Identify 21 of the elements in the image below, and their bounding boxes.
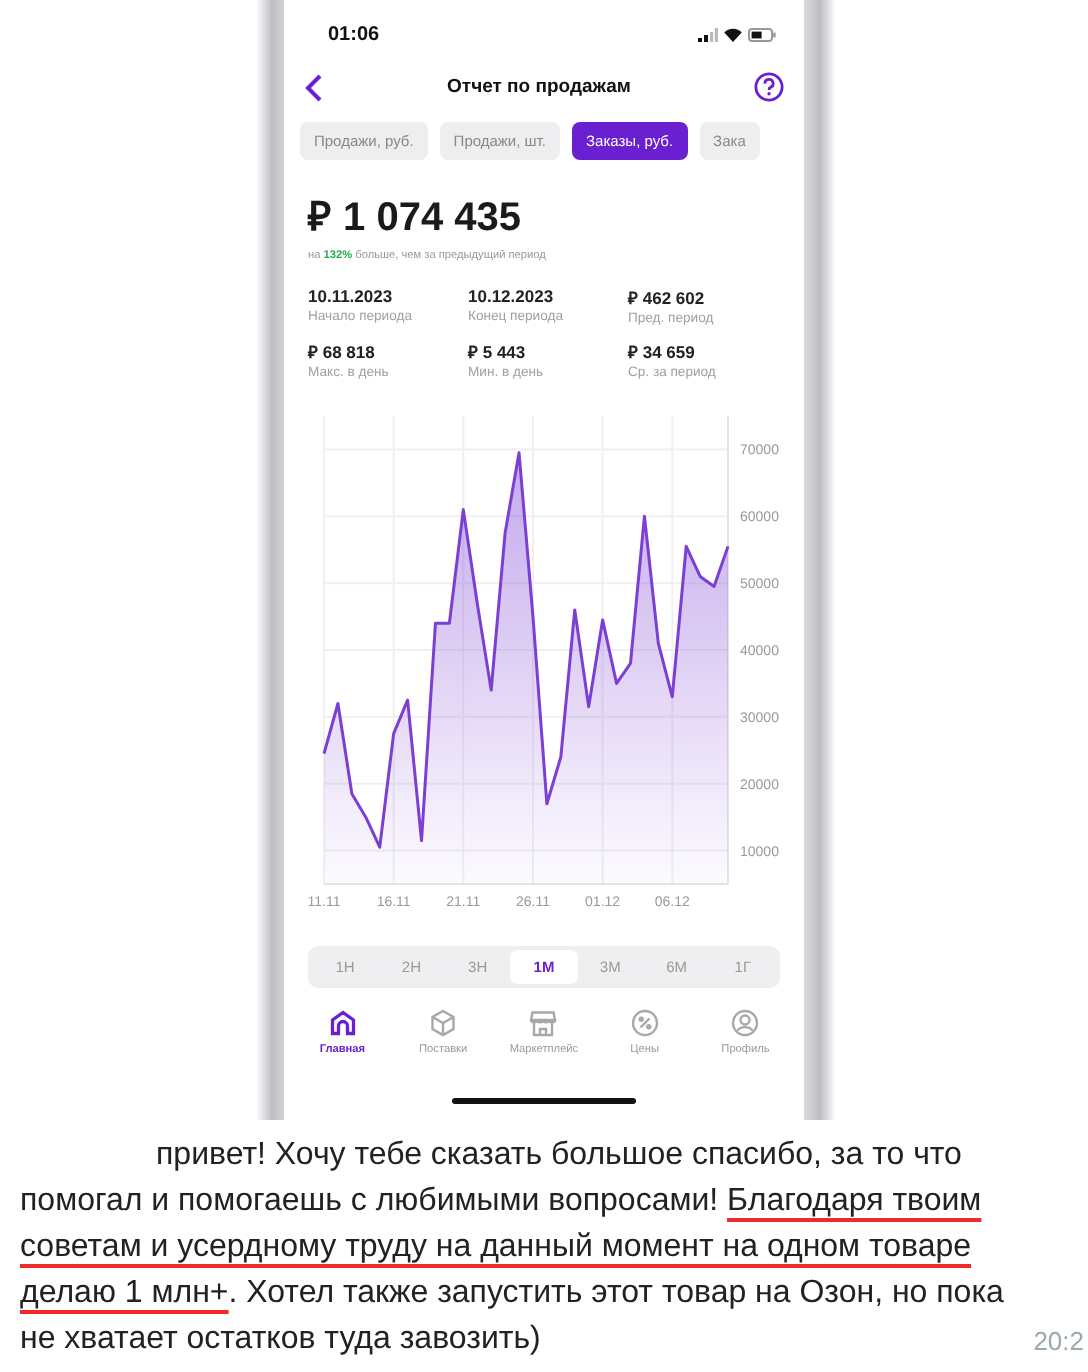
total-amount: ₽ 1 074 435 bbox=[305, 194, 524, 242]
profile-icon bbox=[730, 1008, 761, 1038]
help-icon[interactable] bbox=[753, 72, 784, 102]
stat-value: ₽ 68 818 bbox=[308, 340, 377, 362]
message-text: привет! Хочу тебе сказать большое спасибо, за то что помогал и помогаешь с любимыми вопросами! Благодаря твоим советам и усердному труду на данный момент на одном товаре делаю 1 млн+. Хотел также запустить этот товар на Озон, но пока не хватает остатков туда завозить) bbox=[18, 1136, 1006, 1360]
percent-icon bbox=[629, 1008, 660, 1038]
wifi-icon bbox=[724, 27, 742, 41]
home-icon bbox=[327, 1008, 358, 1038]
stat-value: 10.12.2023 bbox=[468, 286, 556, 306]
battery-icon bbox=[748, 27, 776, 41]
stat-value: ₽ 5 443 bbox=[468, 340, 528, 362]
store-icon bbox=[528, 1008, 559, 1038]
back-icon[interactable] bbox=[304, 73, 324, 101]
stat-value: ₽ 34 659 bbox=[628, 340, 697, 362]
status-time: 01:06 bbox=[328, 23, 380, 45]
stat-value: 10.11.2023 bbox=[308, 286, 395, 306]
message-time: 20:2 bbox=[1033, 1326, 1084, 1356]
screen-title: Отчет по продажам bbox=[447, 76, 631, 98]
stat-value: ₽ 462 602 bbox=[628, 286, 707, 308]
box-icon bbox=[428, 1008, 459, 1038]
signal-icon bbox=[698, 27, 718, 41]
